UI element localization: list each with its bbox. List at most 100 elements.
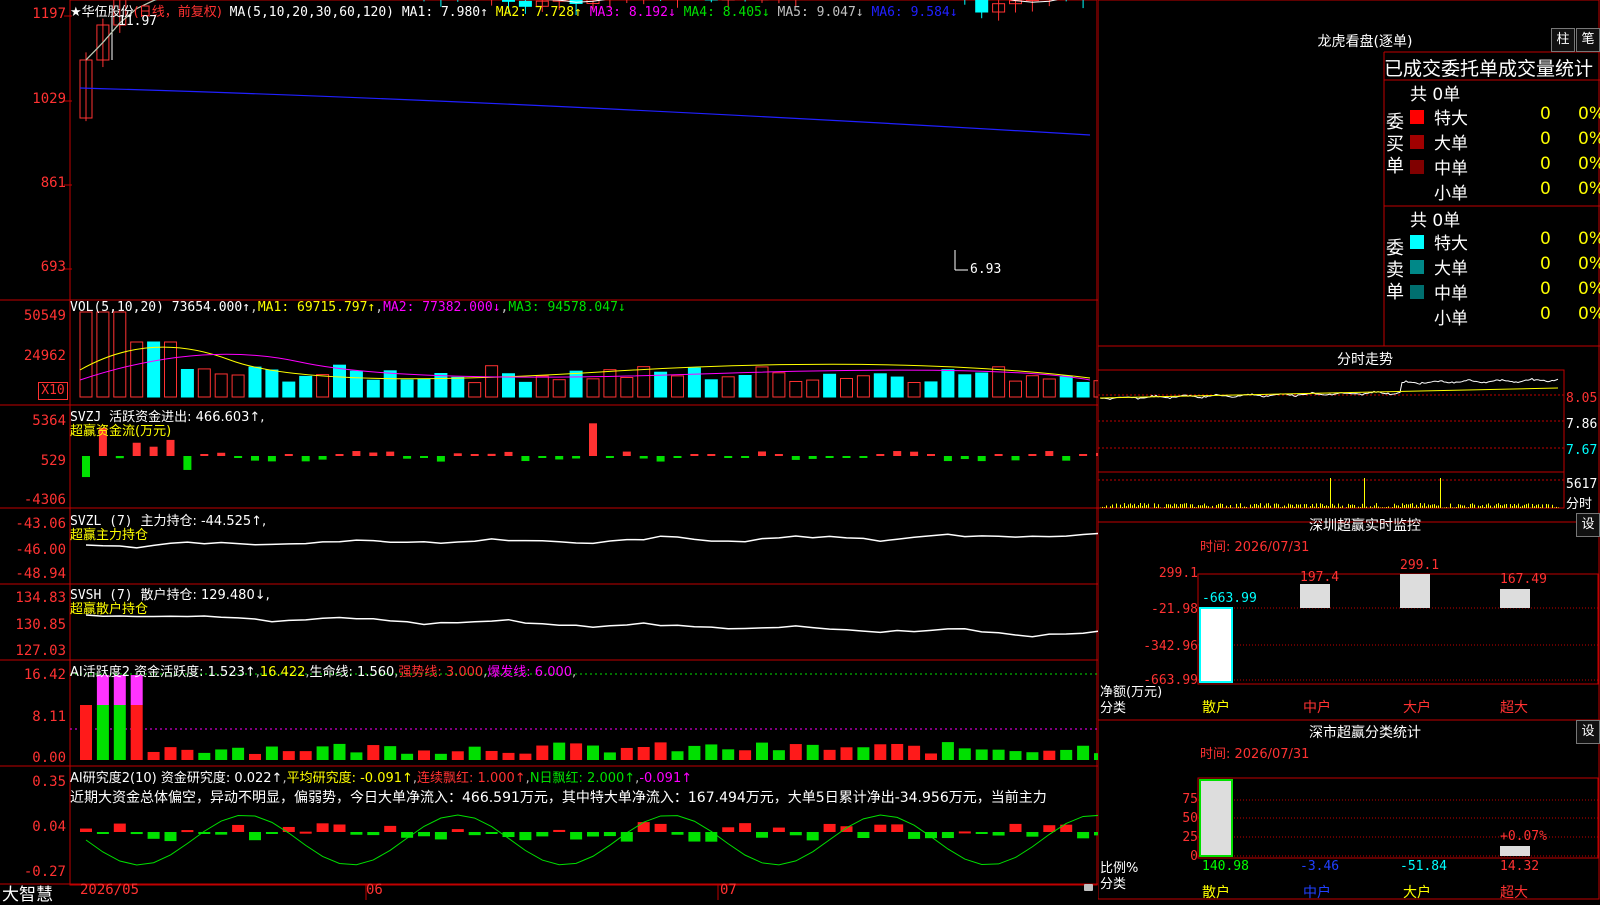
intraday-vol <box>1366 507 1367 508</box>
classify-settings-button[interactable]: 设 <box>1576 720 1600 744</box>
intraday-vol <box>1324 506 1325 508</box>
research-bar <box>300 832 312 834</box>
intraday-vol <box>1142 506 1143 508</box>
flow-bar <box>572 456 580 458</box>
color-swatch <box>1410 260 1424 274</box>
intraday-vol <box>1502 506 1503 508</box>
volume-bar <box>655 372 667 397</box>
intraday-vol <box>1426 506 1427 508</box>
intraday-vol <box>1556 507 1557 508</box>
activity-bar <box>688 746 700 760</box>
research-bar <box>942 832 954 838</box>
intraday-vol <box>1226 506 1227 508</box>
research-bar <box>553 830 565 832</box>
intraday-vol <box>1410 504 1411 508</box>
research-bar <box>993 832 1005 836</box>
intraday-vol <box>1184 503 1185 508</box>
intraday-vol <box>1178 507 1179 508</box>
intraday-vol <box>1110 506 1111 508</box>
ma5-value: MA5: 9.047↓ <box>778 5 864 20</box>
intraday-vol <box>1146 505 1147 508</box>
flow-bar <box>775 454 783 456</box>
flow-bar <box>674 456 682 458</box>
flow-bar <box>336 454 344 456</box>
flow-bar <box>116 456 124 458</box>
intraday-vol <box>1488 503 1489 508</box>
flow-bar <box>217 453 225 456</box>
date-label: 2026/05 <box>80 882 139 898</box>
flow-bar <box>234 456 242 458</box>
bar-mode-button[interactable]: 柱 <box>1551 28 1575 52</box>
volume-bar <box>925 382 937 397</box>
flow-bar <box>724 456 732 458</box>
research-bar <box>570 832 582 839</box>
intraday-vol <box>1258 505 1259 508</box>
ai-activity-e: 爆发线: 6.000 <box>487 665 572 680</box>
intraday-vol <box>1328 506 1329 508</box>
ai-activity-header: AI活跃度2 资金活跃度: 1.523↑,16.422,生命线: 1.560,强… <box>70 661 576 680</box>
intraday-vol <box>1232 507 1233 508</box>
research-line <box>86 815 1098 865</box>
intraday-vol <box>1292 505 1293 508</box>
monitor-cat: 超大 <box>1500 697 1528 717</box>
volume-bar <box>367 380 379 397</box>
intraday-vol <box>1374 505 1375 508</box>
intraday-vol <box>1490 506 1491 508</box>
activity-bar <box>384 746 396 760</box>
intraday-vol <box>1168 504 1169 508</box>
intraday-vol <box>1128 504 1129 508</box>
flow-bar <box>82 456 90 477</box>
flow-bar <box>792 456 800 460</box>
volume-bar <box>891 377 903 397</box>
lock-icon[interactable] <box>1084 884 1093 891</box>
volume-bar <box>435 374 447 397</box>
intraday-vol <box>1204 504 1205 508</box>
intraday-vol <box>1504 504 1505 508</box>
ai-activity-tick: 16.42 <box>0 667 66 683</box>
intraday-vol <box>1524 505 1525 508</box>
chart-area[interactable] <box>0 0 1098 900</box>
ai-activity-tick: 8.11 <box>0 709 66 725</box>
intraday-unit: 分时 <box>1566 493 1592 512</box>
flow-bar <box>707 454 715 456</box>
tick-mode-button[interactable]: 笔 <box>1576 28 1600 52</box>
volume-bar <box>756 367 768 397</box>
activity-bar <box>1026 752 1038 760</box>
row-percent: 0% <box>1578 279 1600 299</box>
flow-bar <box>167 440 175 456</box>
intraday-vol <box>1340 507 1341 508</box>
research-bar <box>503 832 515 837</box>
research-bar <box>621 832 633 842</box>
intraday-vol <box>1430 505 1431 508</box>
intraday-vol <box>1334 505 1335 508</box>
intraday-vol <box>1346 507 1347 508</box>
intraday-vol <box>1424 503 1425 508</box>
research-bar <box>739 823 751 832</box>
volume-bar <box>857 376 869 397</box>
buy-row-l: 大单00% <box>1410 129 1600 153</box>
monitor-settings-button[interactable]: 设 <box>1576 513 1600 537</box>
intraday-vol <box>1414 507 1415 508</box>
intraday-vol <box>1246 507 1247 508</box>
activity-bar <box>283 751 295 760</box>
activity-bar <box>976 749 988 760</box>
research-bar <box>1026 832 1038 837</box>
flow-bar <box>302 456 310 461</box>
research-bar <box>249 832 261 840</box>
intraday-vol <box>1362 504 1363 508</box>
intraday-vol <box>1298 505 1299 508</box>
ai-research-tick: 0.04 <box>0 819 66 835</box>
flow-bar <box>471 454 479 456</box>
volume-bar <box>874 374 886 397</box>
dragon-title: 龙虎看盘(逐单) <box>1280 31 1450 51</box>
volume-bar <box>1010 381 1022 397</box>
buy-row-xl: 特大00% <box>1410 104 1600 128</box>
intraday-vol <box>1396 505 1397 508</box>
ai-research-comment: 近期大资金总体偏空，异动不明显，偏弱势，今日大单净流入：466.591万元，其中… <box>70 787 1098 807</box>
volume-bar <box>976 373 988 397</box>
monitor-value-label: 167.49 <box>1500 572 1547 587</box>
monitor-cat-label: 分类 <box>1100 697 1126 716</box>
intraday-vol <box>1548 504 1549 508</box>
intraday-vol <box>1134 504 1135 508</box>
volume-bar <box>283 382 295 397</box>
